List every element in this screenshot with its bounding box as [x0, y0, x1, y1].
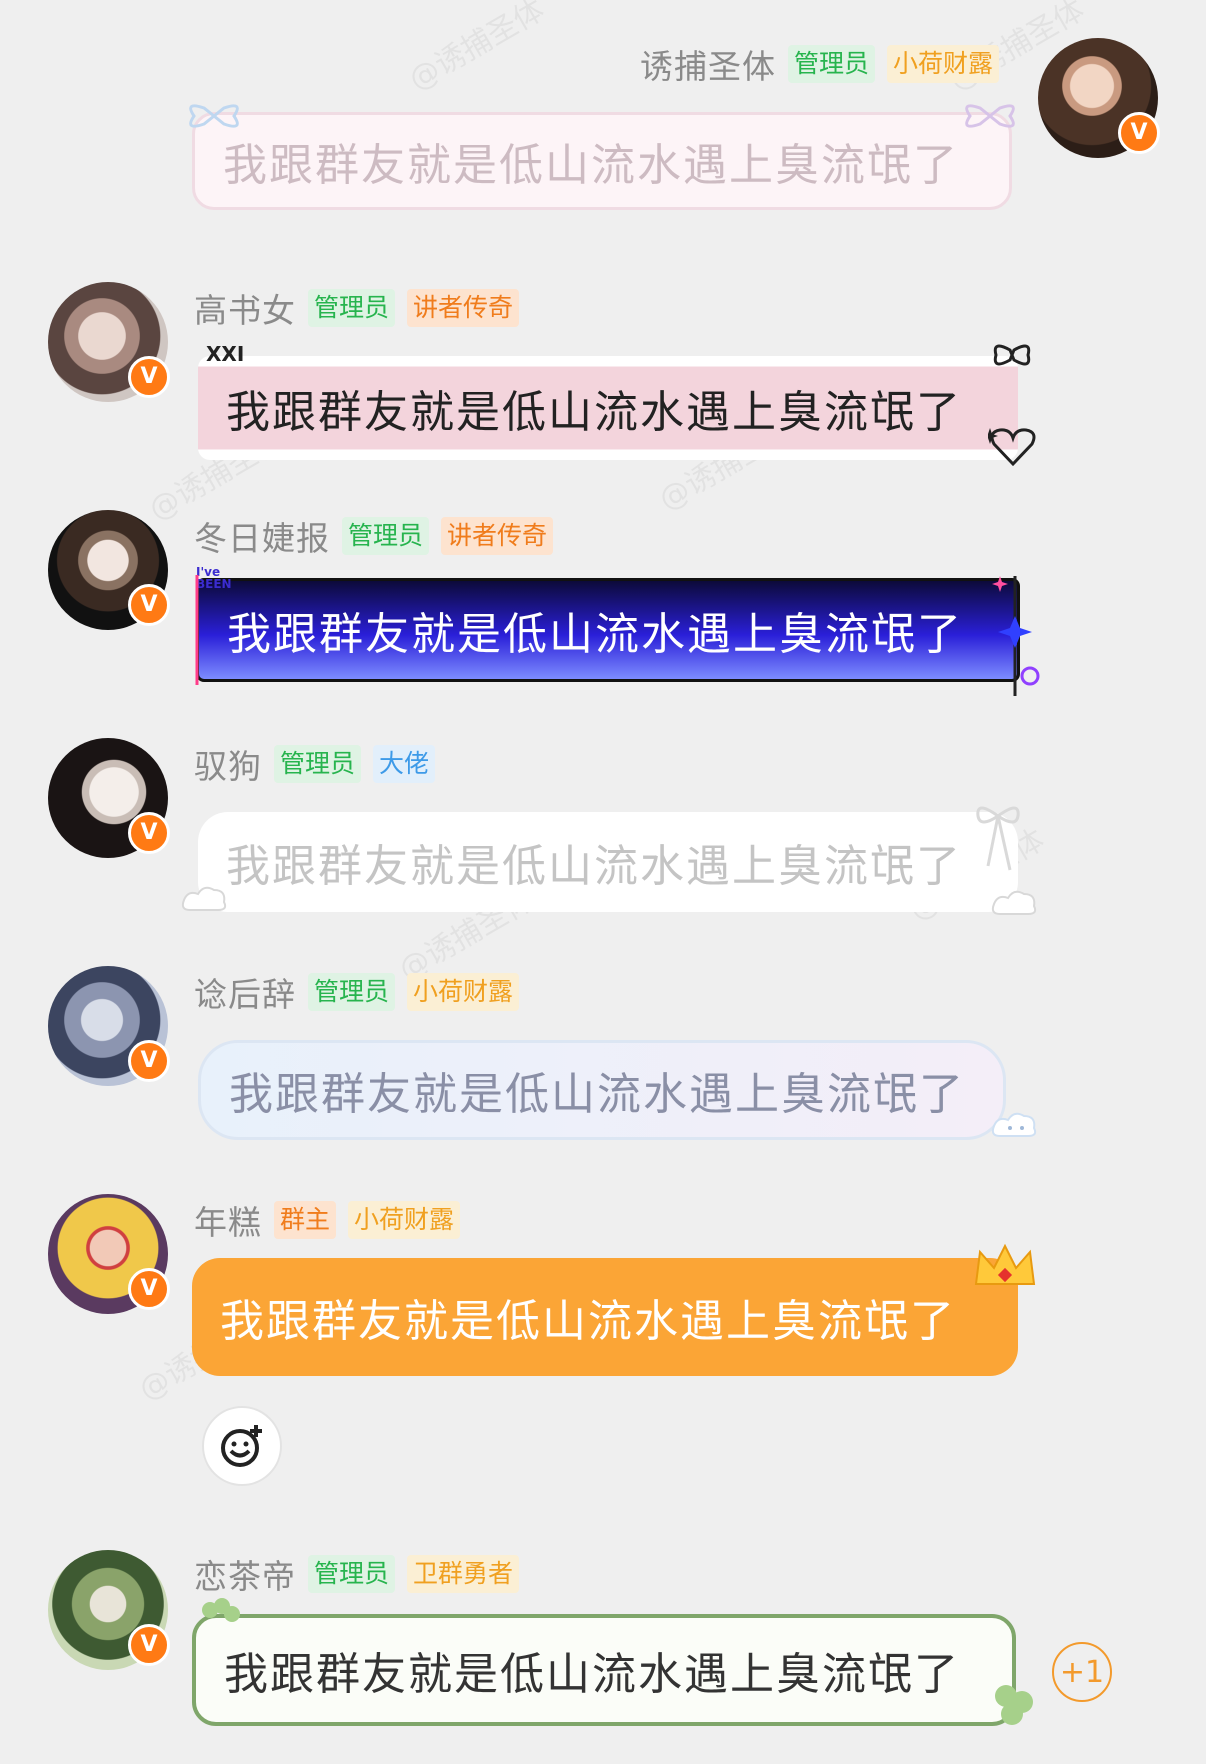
- vip-badge: V: [1118, 112, 1160, 154]
- role-tag: 群主: [274, 1201, 337, 1239]
- sticker-label: XXI: [206, 342, 245, 366]
- message-text: 我跟群友就是低山流水遇上臭流氓了: [224, 1649, 960, 1700]
- watermark: @诱捕圣体: [403, 0, 551, 98]
- message-text: 我跟群友就是低山流水遇上臭流氓了: [227, 609, 963, 660]
- sender-name[interactable]: 谂后辞: [194, 968, 296, 1016]
- message-bubble[interactable]: 我跟群友就是低山流水遇上臭流氓了: [192, 1258, 1018, 1376]
- title-tag: 讲者传奇: [441, 517, 554, 555]
- avatar[interactable]: V: [48, 966, 170, 1086]
- clover-icon: [202, 1598, 240, 1622]
- sender-name[interactable]: 恋茶帝: [194, 1550, 296, 1598]
- message-bubble[interactable]: 我跟群友就是低山流水遇上臭流氓了: [198, 812, 1018, 912]
- message-text: 我跟群友就是低山流水遇上臭流氓了: [229, 1069, 965, 1120]
- sender-name[interactable]: 高书女: [194, 284, 296, 332]
- role-tag: 管理员: [342, 517, 430, 555]
- add-reaction-button[interactable]: [202, 1406, 282, 1486]
- vip-badge: V: [128, 584, 170, 626]
- title-tag: 大佬: [373, 745, 436, 783]
- bow-icon: [189, 104, 239, 128]
- vip-badge: V: [128, 356, 170, 398]
- message-text: 我跟群友就是低山流水遇上臭流氓了: [220, 1296, 956, 1347]
- message-bubble[interactable]: 我跟群友就是低山流水遇上臭流氓了: [198, 1040, 1006, 1140]
- sender-name[interactable]: 诱捕圣体: [640, 40, 776, 88]
- sender-name[interactable]: 驭狗: [194, 740, 262, 788]
- message-text: 我跟群友就是低山流水遇上臭流氓了: [223, 140, 959, 191]
- message-bubble[interactable]: 我跟群友就是低山流水遇上臭流氓了: [192, 112, 1012, 210]
- avatar[interactable]: V: [48, 282, 170, 402]
- message-bubble[interactable]: 我跟群友就是低山流水遇上臭流氓了: [196, 578, 1020, 682]
- sparkle-icon: [195, 575, 199, 685]
- reaction-count-button[interactable]: +1: [1052, 1642, 1112, 1702]
- avatar[interactable]: V: [48, 738, 170, 858]
- bow-icon: [976, 806, 1020, 871]
- add-emoji-icon: [221, 1425, 262, 1467]
- vip-badge: V: [128, 1268, 170, 1310]
- role-tag: 管理员: [308, 1555, 396, 1593]
- cloud-icon: [181, 886, 227, 911]
- bow-icon: [993, 344, 1031, 366]
- message-text: 我跟群友就是低山流水遇上臭流氓了: [226, 387, 962, 438]
- cloud-icon: [991, 1112, 1037, 1137]
- heart-icon: [988, 428, 1036, 467]
- title-tag: 小荷财露: [407, 973, 520, 1011]
- title-tag: 小荷财露: [348, 1201, 461, 1239]
- role-tag: 管理员: [274, 745, 362, 783]
- avatar[interactable]: V: [1038, 38, 1160, 158]
- message-bubble[interactable]: 我跟群友就是低山流水遇上臭流氓了: [198, 356, 1018, 460]
- bow-icon: [965, 104, 1015, 128]
- role-tag: 管理员: [308, 289, 396, 327]
- avatar[interactable]: V: [48, 1194, 170, 1314]
- sparkle-icon: [992, 576, 1040, 696]
- title-tag: 卫群勇者: [407, 1555, 520, 1593]
- role-tag: 管理员: [788, 45, 876, 83]
- title-tag: 讲者传奇: [407, 289, 520, 327]
- title-tag: 小荷财露: [887, 45, 1000, 83]
- sender-name[interactable]: 冬日婕报: [194, 512, 330, 560]
- vip-badge: V: [128, 1040, 170, 1082]
- message-bubble[interactable]: 我跟群友就是低山流水遇上臭流氓了: [192, 1614, 1016, 1726]
- avatar[interactable]: V: [48, 1550, 170, 1670]
- crown-icon: [974, 1243, 1036, 1285]
- message-text: 我跟群友就是低山流水遇上臭流氓了: [226, 841, 962, 892]
- reaction-count: +1: [1059, 1654, 1105, 1690]
- clover-icon: [995, 1685, 1033, 1725]
- vip-badge: V: [128, 812, 170, 854]
- cloud-icon: [991, 890, 1037, 915]
- sender-name[interactable]: 年糕: [194, 1196, 262, 1244]
- vip-badge: V: [128, 1624, 170, 1666]
- avatar[interactable]: V: [48, 510, 170, 630]
- role-tag: 管理员: [308, 973, 396, 1011]
